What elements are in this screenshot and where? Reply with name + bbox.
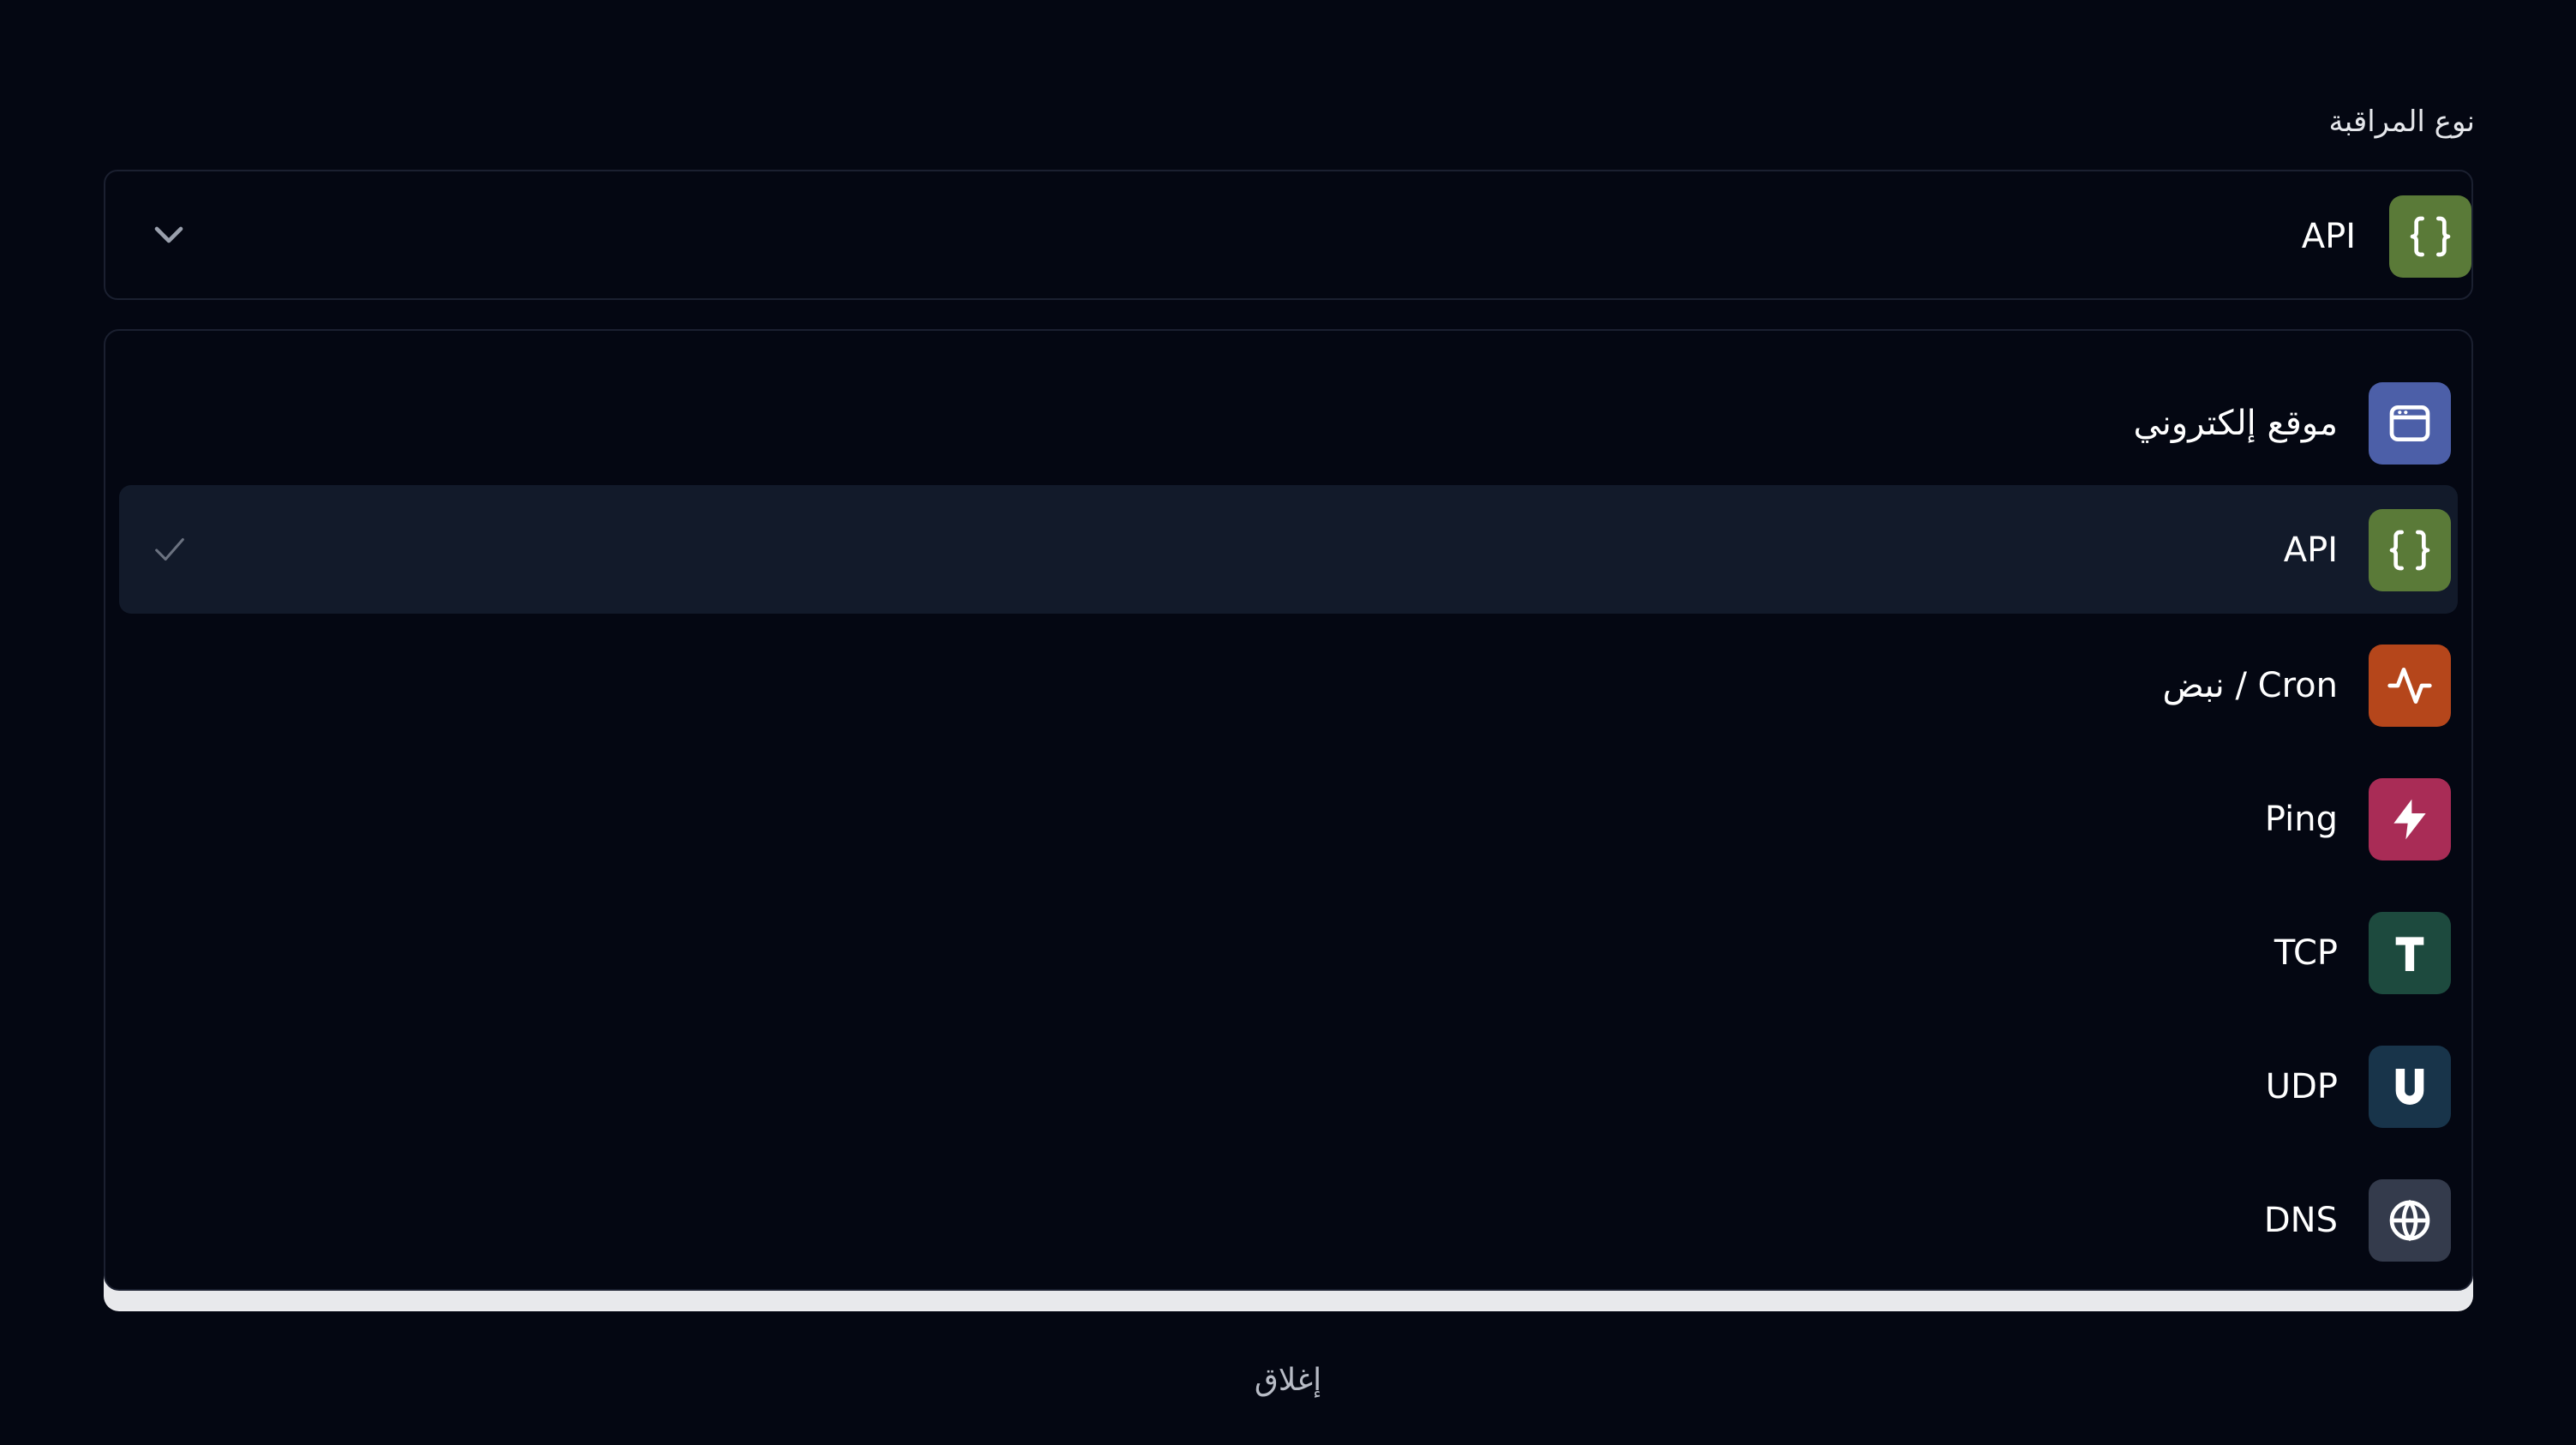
option-label: API [2283, 531, 2338, 570]
option-api[interactable]: API [119, 485, 2458, 614]
monitor-type-select[interactable]: API [104, 170, 2473, 300]
dropdown-shadow [104, 1291, 2473, 1311]
lightning-icon [2369, 778, 2451, 860]
option-label: TCP [2273, 933, 2338, 973]
globe-icon [2369, 1179, 2451, 1262]
curly-braces-icon [2369, 509, 2451, 591]
option-tcp[interactable]: TCP [119, 888, 2458, 1016]
option-label: Ping [2264, 800, 2338, 839]
chevron-down-icon[interactable] [145, 211, 193, 259]
option-ping[interactable]: Ping [119, 754, 2458, 883]
curly-braces-icon [2389, 195, 2471, 278]
option-label: نبض / Cron [2162, 666, 2338, 705]
browser-window-icon [2369, 382, 2451, 465]
option-label: DNS [2263, 1201, 2338, 1240]
option-website[interactable]: موقع إلكتروني [119, 358, 2458, 487]
option-heartbeat-cron[interactable]: نبض / Cron [119, 621, 2458, 749]
close-button[interactable]: إغلاق [1248, 1363, 1328, 1398]
monitor-type-label: نوع المراقبة [2328, 105, 2475, 139]
letter-t-icon [2369, 912, 2451, 994]
letter-u-icon [2369, 1046, 2451, 1128]
monitor-type-picker: نوع المراقبة API موقع إلكتروني API نبض /… [0, 0, 2576, 1445]
check-icon [155, 537, 184, 561]
option-dns[interactable]: DNS [119, 1155, 2458, 1284]
monitor-type-dropdown: موقع إلكتروني API نبض / Cron Ping TCP UD… [104, 329, 2473, 1291]
option-label: موقع إلكتروني [2133, 404, 2338, 443]
option-udp[interactable]: UDP [119, 1022, 2458, 1150]
option-label: UDP [2265, 1067, 2338, 1106]
selected-monitor-type: API [2301, 217, 2356, 256]
heartbeat-icon [2369, 645, 2451, 727]
